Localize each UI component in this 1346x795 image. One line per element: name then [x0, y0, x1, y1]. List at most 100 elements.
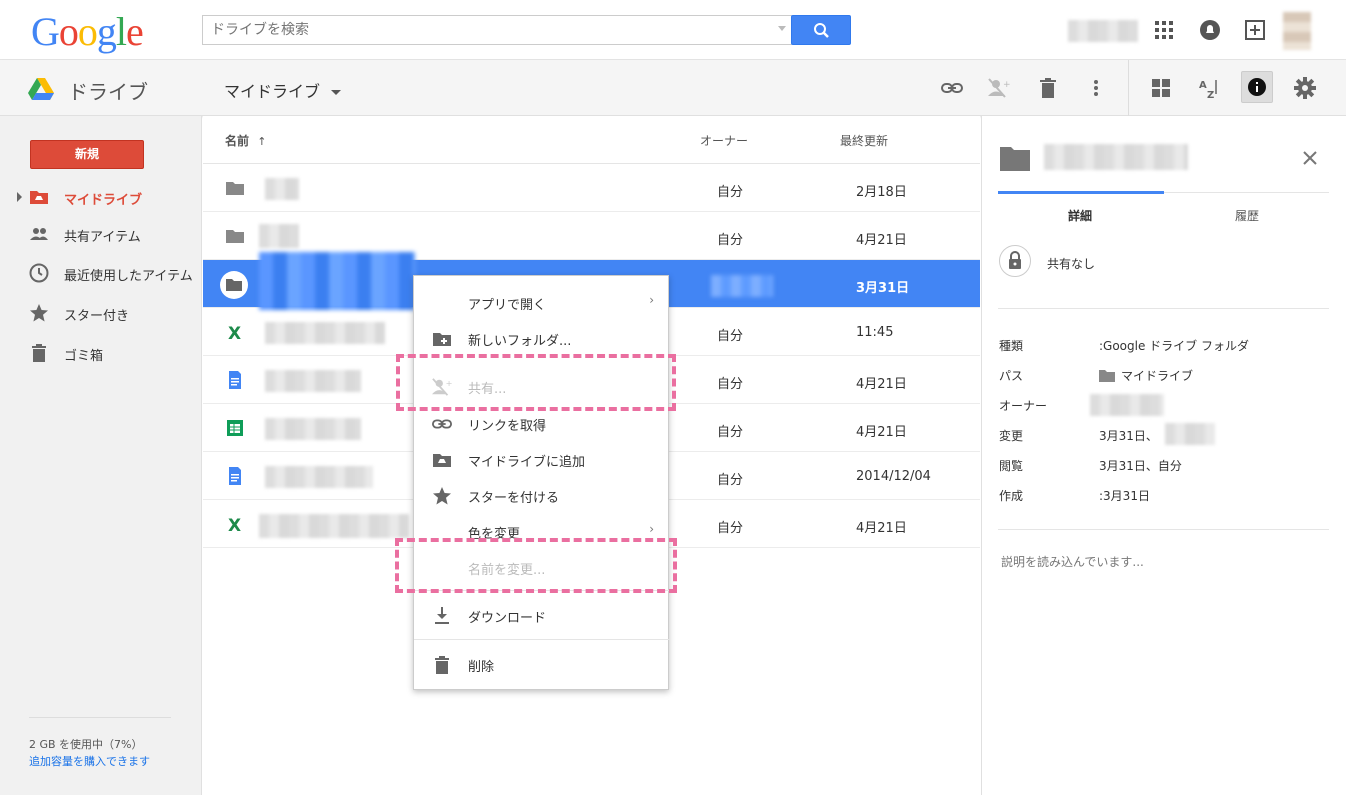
download-icon: [435, 607, 449, 624]
file-owner: 自分: [717, 233, 744, 248]
folder-icon: [1000, 147, 1030, 171]
menu-item-delete[interactable]: 削除: [414, 646, 670, 682]
sidebar-item-shared[interactable]: 共有アイテム: [0, 219, 202, 249]
new-button[interactable]: 新規: [30, 140, 144, 169]
avatar[interactable]: [1283, 12, 1311, 50]
menu-item-download[interactable]: ダウンロード: [414, 597, 670, 633]
search-box[interactable]: [202, 15, 792, 45]
file-owner: 自分: [717, 521, 744, 536]
close-icon[interactable]: [1303, 151, 1317, 165]
column-modified-header[interactable]: 最終更新: [840, 132, 888, 149]
section-divider: [998, 308, 1329, 309]
add-to-drive-icon: [433, 454, 451, 467]
menu-item-add-star[interactable]: スターを付ける: [414, 477, 670, 513]
more-actions-icon[interactable]: [1093, 79, 1099, 97]
column-name-header[interactable]: 名前 ↑: [225, 132, 266, 149]
column-owner-header[interactable]: オーナー: [700, 132, 748, 149]
menu-divider: [414, 639, 670, 640]
prop-path-value[interactable]: マイドライブ: [1099, 367, 1193, 384]
apps-grid-icon[interactable]: [1155, 21, 1173, 39]
file-name-redacted: [259, 252, 415, 310]
highlight-rename-annotation: [395, 538, 677, 593]
folder-icon: [226, 182, 244, 195]
delete-icon[interactable]: [1040, 78, 1056, 98]
excel-file-icon: X: [228, 516, 241, 534]
file-modified: 3月31日: [856, 281, 910, 296]
star-icon: [30, 304, 48, 322]
table-row[interactable]: 自分 2月18日: [203, 164, 980, 212]
get-link-icon[interactable]: [941, 79, 963, 97]
location-dropdown[interactable]: マイドライブ: [224, 78, 342, 102]
share-disabled-icon[interactable]: +: [988, 78, 1010, 98]
column-name-label: 名前: [225, 134, 250, 148]
chevron-down-icon: [331, 90, 342, 95]
file-modified: 11:45: [856, 325, 894, 340]
menu-item-label: マイドライブに追加: [468, 455, 586, 470]
file-owner: 自分: [717, 473, 744, 488]
prop-owner-redacted: [1090, 394, 1164, 416]
file-modified: 4月21日: [856, 521, 907, 536]
menu-item-add-to-my-drive[interactable]: マイドライブに追加: [414, 441, 670, 477]
menu-item-new-folder[interactable]: 新しいフォルダ...: [414, 320, 670, 356]
file-name-redacted: [265, 178, 299, 200]
sort-az-icon[interactable]: AZ: [1198, 78, 1220, 100]
sidebar-item-my-drive[interactable]: マイドライブ: [0, 182, 202, 212]
prop-type-value: :Google ドライブ フォルダ: [1099, 339, 1249, 353]
chevron-right-icon: ›: [649, 293, 654, 307]
file-owner: 自分: [717, 185, 744, 200]
details-panel: 詳細 履歴 共有なし 種類 :Google ドライブ フォルダ パス マイドライ…: [981, 116, 1346, 795]
search-options-chevron-icon[interactable]: [778, 26, 786, 31]
grid-view-icon[interactable]: [1152, 79, 1170, 97]
search-icon: [814, 23, 829, 38]
prop-type-label: 種類: [999, 339, 1024, 353]
file-modified: 4月21日: [856, 425, 907, 440]
tab-history[interactable]: 履歴: [1235, 207, 1259, 224]
prop-viewed-value: 3月31日、自分: [1099, 459, 1182, 473]
share-add-icon[interactable]: [1245, 20, 1265, 40]
sidebar-item-recent[interactable]: 最近使用したアイテム: [0, 258, 202, 288]
expand-arrow-icon[interactable]: [17, 192, 22, 202]
trash-icon: [435, 656, 449, 674]
list-header: 名前 ↑ オーナー 最終更新: [203, 116, 980, 164]
file-owner: 自分: [717, 329, 744, 344]
sidebar-item-label: 最近使用したアイテム: [64, 269, 193, 284]
sharing-avatar: [999, 245, 1031, 277]
file-modified: 2月18日: [856, 185, 907, 200]
search-button[interactable]: [791, 15, 851, 45]
prop-modified-user-redacted: [1165, 423, 1215, 445]
prop-modified-label: 変更: [999, 429, 1024, 443]
menu-item-label: スターを付ける: [468, 491, 560, 506]
left-navigation: 新規 マイドライブ 共有アイテム 最近使用したアイテム スター付き ゴミ箱 2 …: [0, 116, 202, 795]
top-bar: Google: [0, 0, 1346, 60]
menu-item-label: リンクを取得: [468, 419, 547, 434]
buy-storage-link[interactable]: 追加容量を購入できます: [29, 753, 150, 769]
notifications-icon[interactable]: [1200, 20, 1220, 40]
file-name-redacted: [259, 224, 299, 248]
document-file-icon: [229, 467, 241, 485]
sidebar-item-starred[interactable]: スター付き: [0, 298, 202, 328]
drive-logo-icon[interactable]: [28, 78, 54, 100]
search-input[interactable]: [203, 16, 763, 44]
toolbar-divider: [1128, 60, 1129, 116]
svg-text:X: X: [228, 324, 241, 342]
prop-created-value: :3月31日: [1099, 489, 1150, 503]
menu-item-open-with[interactable]: アプリで開く ›: [414, 284, 670, 320]
svg-text:A: A: [1199, 80, 1207, 91]
google-logo[interactable]: Google: [31, 8, 144, 55]
prop-path-label: パス: [999, 369, 1024, 383]
folder-icon: [226, 230, 244, 243]
prop-modified-value: 3月31日、: [1099, 429, 1158, 443]
sidebar-item-label: マイドライブ: [64, 193, 143, 208]
menu-item-label: アプリで開く: [468, 298, 547, 313]
settings-gear-icon[interactable]: [1294, 77, 1316, 99]
folder-name-redacted: [1044, 144, 1188, 170]
info-icon: [1248, 78, 1266, 96]
account-name-redacted[interactable]: [1068, 20, 1138, 42]
svg-text:+: +: [1003, 80, 1010, 90]
file-owner: 自分: [717, 425, 744, 440]
excel-file-icon: X: [228, 324, 241, 342]
sidebar-item-trash[interactable]: ゴミ箱: [0, 338, 202, 368]
app-name[interactable]: ドライブ: [68, 76, 148, 105]
details-toggle-button[interactable]: [1241, 71, 1273, 103]
tab-details[interactable]: 詳細: [1068, 207, 1092, 224]
